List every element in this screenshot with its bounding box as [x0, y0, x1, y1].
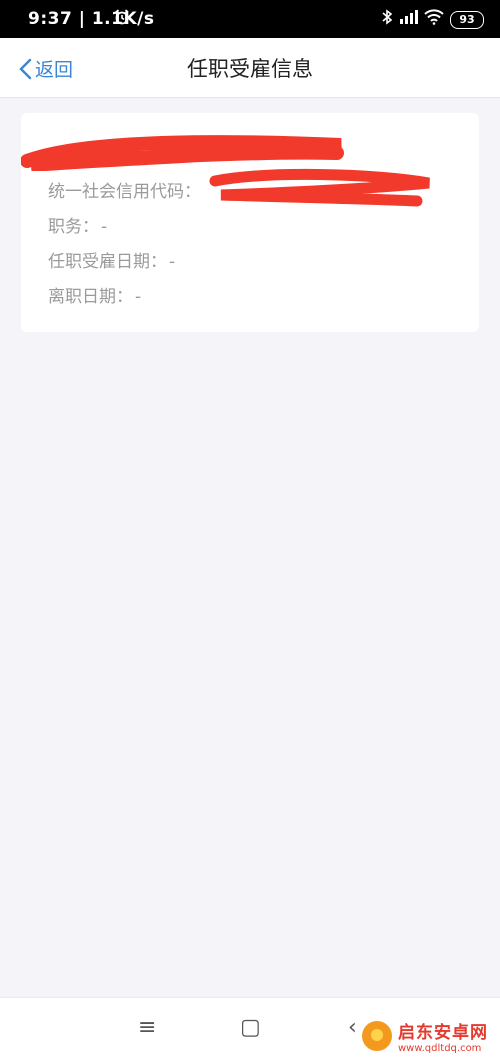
bluetooth-icon [382, 9, 393, 30]
status-time: 9:37 | 1.1K/s [28, 9, 155, 29]
employment-date-value: - [169, 252, 176, 272]
status-bar: 9:37 | 1.1K/s 93 [0, 0, 500, 38]
watermark: 启东安卓网 www.qdltdq.com [362, 1018, 488, 1054]
watermark-name: 启东安卓网 [398, 1023, 488, 1043]
position-row: 职务： - [48, 212, 107, 237]
alarm-icon [114, 9, 130, 30]
status-icons: 93 [382, 9, 484, 30]
employment-date-label: 任职受雇日期： [48, 252, 167, 272]
watermark-logo-icon [362, 1021, 392, 1051]
signal-icon [398, 9, 418, 30]
credit-code-row: 统一社会信用代码： [48, 177, 203, 202]
menu-button[interactable]: ≡ [138, 1015, 156, 1040]
credit-code-label: 统一社会信用代码： [48, 182, 201, 202]
page-title: 任职受雇信息 [187, 57, 313, 81]
battery-icon: 93 [450, 10, 484, 29]
redaction-scribble-credit-code [209, 168, 430, 207]
position-label: 职务： [48, 217, 99, 237]
employment-date-row: 任职受雇日期： - [48, 247, 175, 272]
top-nav-bar: 返回 任职受雇信息 [0, 38, 500, 98]
resignation-date-label: 离职日期： [48, 287, 133, 307]
resignation-date-row: 离职日期： - [48, 282, 141, 307]
redaction-scribble-company [21, 135, 344, 171]
back-nav-button[interactable]: ‹ [348, 1015, 357, 1040]
resignation-date-value: - [135, 287, 142, 307]
watermark-url: www.qdltdq.com [398, 1043, 482, 1054]
home-button[interactable]: ▢ [240, 1015, 261, 1040]
position-value: - [101, 217, 108, 237]
wifi-icon [424, 9, 444, 30]
employment-info-card: 统一社会信用代码： 职务： - 任职受雇日期： - 离职日期： - [21, 113, 479, 332]
